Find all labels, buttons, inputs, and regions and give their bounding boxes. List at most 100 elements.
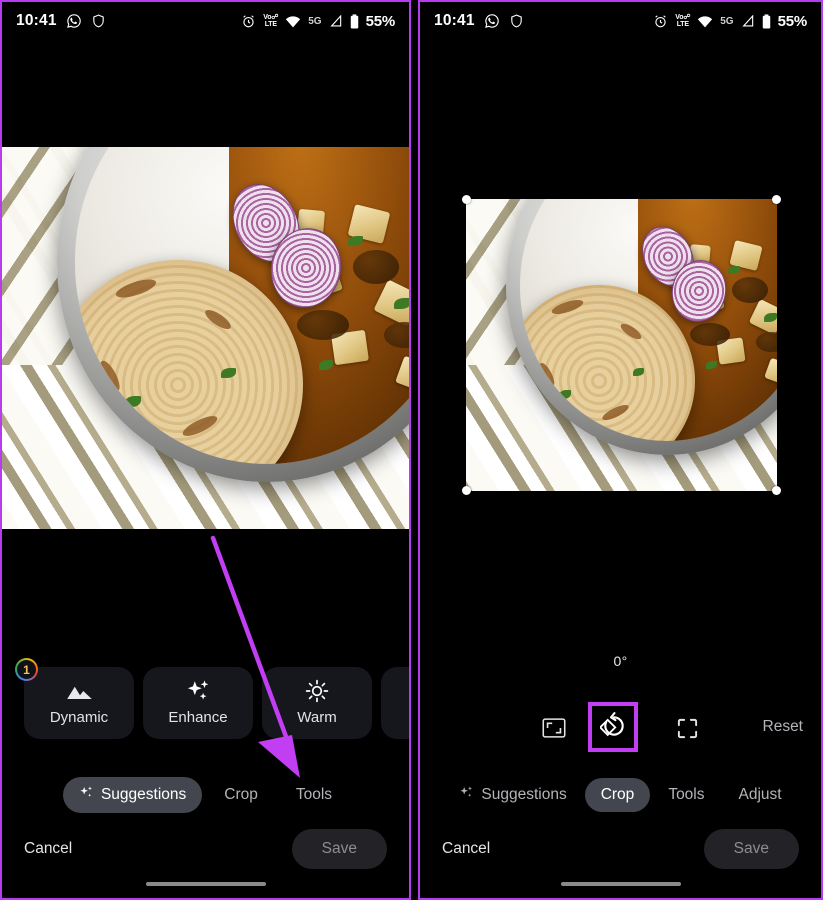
suggestion-chip-dynamic[interactable]: 1 Dynamic (17, 660, 134, 739)
status-bar-left: 10:41 Vo☍ LTE 5G 55% (2, 2, 409, 40)
whatsapp-icon (66, 13, 82, 29)
tab-label: Crop (600, 786, 635, 803)
action-bar-right: Cancel Save (420, 820, 821, 878)
battery-icon (350, 13, 359, 29)
tab-crop[interactable]: Crop (584, 778, 651, 812)
paratha-char-spot (618, 321, 643, 343)
wifi-icon (285, 15, 301, 28)
volte-line-2: LTE (264, 21, 277, 28)
volte-icon: Vo☍ LTE (263, 14, 278, 29)
suggestion-chips-row-left: 1 Dynamic Enhance Warm (17, 660, 409, 739)
rotation-angle-label: 0° (613, 653, 628, 669)
tab-tools[interactable]: Tools (280, 778, 348, 812)
tab-label: Crop (224, 786, 258, 803)
cancel-button[interactable]: Cancel (442, 840, 490, 858)
battery-icon (762, 13, 771, 29)
cilantro-leaf (124, 396, 141, 408)
tab-suggestions[interactable]: Suggestions (443, 777, 582, 813)
sparkle-icon (459, 785, 474, 805)
suggestion-chip-label: Enhance (168, 709, 228, 726)
battery-percent: 55% (777, 12, 808, 30)
volte-line-1: Vo☍ (675, 13, 691, 21)
steel-plate (57, 147, 409, 482)
steel-plate (506, 199, 777, 455)
status-bar-right: 10:41 Vo☍ LTE 5G 55% (420, 2, 821, 40)
sparkle-icon (186, 680, 211, 702)
tab-label: Tools (295, 786, 333, 803)
phone-screenshot-right: 10:41 Vo☍ LTE 5G 55% 0° Reset Suggestion… (418, 0, 823, 900)
cilantro-leaf (531, 425, 543, 434)
cilantro-leaf (90, 442, 105, 453)
paratha-char-spot (113, 276, 158, 302)
volte-line-2: LTE (676, 21, 689, 28)
rotate-button-highlight[interactable] (588, 702, 638, 752)
status-bar-right-group: Vo☍ LTE 5G 55% (241, 13, 395, 30)
cilantro-leaf (220, 368, 236, 379)
whatsapp-icon (484, 13, 500, 29)
rotate-icon (598, 711, 627, 743)
suggestion-chip-partial[interactable] (381, 667, 409, 739)
suggestion-chip-label: Dynamic (49, 709, 109, 726)
mountain-icon (66, 680, 93, 702)
cilantro-leaf (632, 368, 644, 377)
home-indicator (560, 882, 681, 886)
volte-line-1: Vo☍ (263, 13, 279, 21)
plate-inner (519, 199, 777, 441)
alarm-icon (241, 14, 256, 29)
signal-icon (741, 14, 755, 28)
phone-screenshot-left: 10:41 Vo☍ LTE 5G 55% 1 Dynamic Enhance W… (0, 0, 411, 900)
paratha-char-spot (549, 297, 585, 318)
status-bar-right-group: Vo☍ LTE 5G 55% (653, 13, 807, 30)
tab-crop[interactable]: Crop (208, 778, 274, 812)
paratha-char-spot (202, 307, 234, 333)
tab-label: Tools (668, 786, 705, 803)
paratha-char-spot (179, 412, 220, 441)
paratha-char-spot (600, 402, 631, 424)
sun-icon (305, 679, 329, 703)
photo-preview-left[interactable] (2, 147, 409, 529)
editor-tabbar-left: Suggestions Crop Tools (2, 772, 409, 818)
home-indicator (145, 882, 266, 886)
status-time: 10:41 (16, 12, 57, 29)
screenshot-stage: 10:41 Vo☍ LTE 5G 55% 1 Dynamic Enhance W… (0, 0, 823, 900)
crop-tool-row: Reset (420, 702, 821, 754)
battery-percent: 55% (365, 12, 396, 30)
network-type-label: 5G (308, 15, 322, 27)
tab-tools[interactable]: Tools (652, 778, 720, 812)
wifi-icon (697, 15, 713, 28)
suggestion-badge: 1 (15, 658, 38, 681)
save-button[interactable]: Save (703, 829, 799, 869)
expand-icon[interactable] (670, 711, 704, 745)
sparkle-icon (79, 785, 94, 805)
paratha-char-spot (567, 433, 602, 441)
network-type-label: 5G (720, 15, 734, 27)
suggestion-chip-warm[interactable]: Warm (262, 667, 372, 739)
aspect-ratio-icon[interactable] (537, 711, 571, 745)
save-button[interactable]: Save (291, 829, 387, 869)
photo-preview-right[interactable] (466, 199, 777, 491)
plate-inner (74, 147, 409, 464)
cancel-button[interactable]: Cancel (24, 840, 72, 858)
tab-adjust[interactable]: Adjust (723, 778, 798, 812)
tab-label: Adjust (738, 786, 782, 803)
status-time: 10:41 (434, 12, 475, 29)
paratha-char-spot (96, 358, 123, 395)
tab-suggestions[interactable]: Suggestions (62, 777, 203, 813)
editor-tabbar-right: Suggestions Crop Tools Adjust (420, 772, 821, 818)
alarm-icon (653, 14, 668, 29)
shield-icon (509, 13, 524, 29)
suggestion-chip-enhance[interactable]: Enhance (143, 667, 253, 739)
volte-icon: Vo☍ LTE (675, 14, 690, 29)
action-bar-left: Cancel Save (2, 820, 409, 878)
paratha-char-spot (136, 453, 182, 464)
rotation-ruler[interactable] (458, 674, 787, 700)
reset-button[interactable]: Reset (763, 718, 804, 736)
status-bar-left-group: 10:41 (434, 12, 524, 30)
signal-icon (329, 14, 343, 28)
tab-label: Suggestions (100, 786, 187, 803)
suggestion-chip-label: Warm (297, 709, 337, 726)
paratha-char-spot (536, 361, 557, 389)
shield-icon (91, 13, 106, 29)
cilantro-leaf (558, 390, 571, 400)
status-bar-left-group: 10:41 (16, 12, 106, 30)
